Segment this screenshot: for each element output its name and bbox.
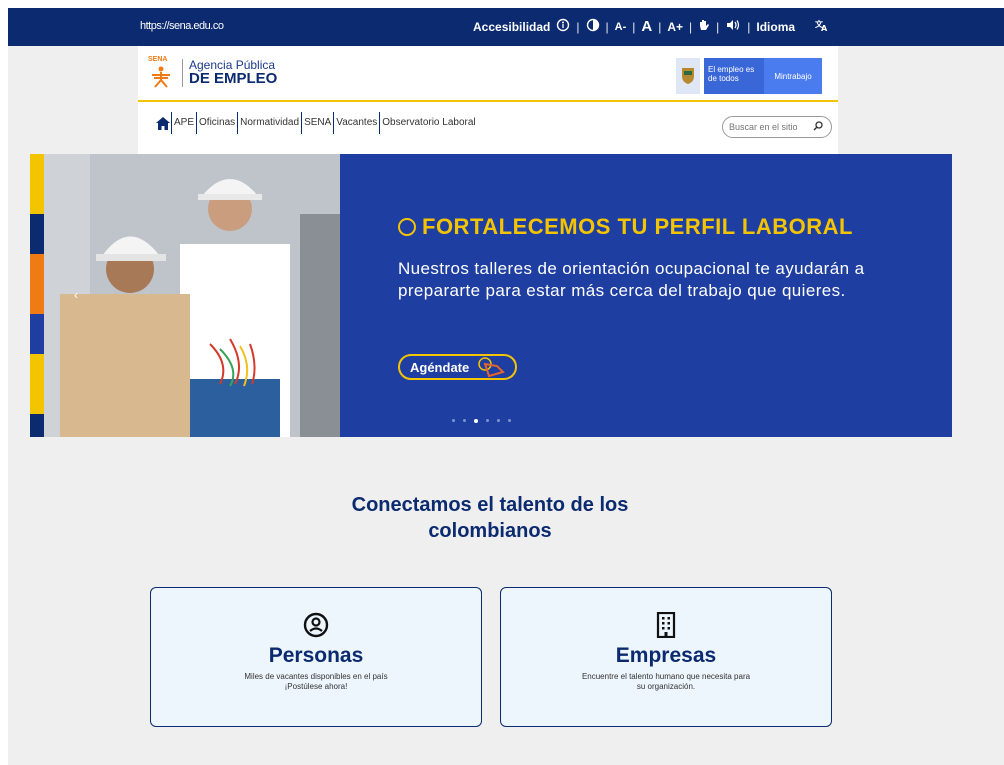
audio-icon[interactable]	[725, 18, 741, 35]
nav-item-ape[interactable]: APE	[172, 112, 198, 134]
header-divider	[138, 100, 838, 102]
toolbar-separator: |	[747, 19, 751, 34]
nav-item-oficinas[interactable]: Oficinas	[197, 112, 239, 134]
site-logo[interactable]: SENA Agencia Pública DE EMPLEO	[148, 56, 277, 90]
sign-language-icon[interactable]	[698, 18, 710, 35]
personas-card[interactable]: Personas Miles de vacantes disponibles e…	[150, 587, 482, 727]
main-nav: APE Oficinas Normatividad SENA Vacantes …	[154, 112, 478, 134]
increase-font-button[interactable]: A+	[667, 20, 683, 34]
user-circle-icon	[303, 612, 329, 638]
svg-text:A: A	[821, 24, 828, 32]
personas-title: Personas	[268, 644, 364, 667]
carousel-dot-active[interactable]	[474, 418, 478, 423]
empresas-card[interactable]: Empresas Encuentre el talento humano que…	[500, 587, 832, 727]
top-bar: https://sena.edu.co Accesibilidad | | A-…	[8, 8, 1004, 46]
toolbar-separator: |	[658, 19, 662, 34]
accessibility-label[interactable]: Accesibilidad	[473, 20, 550, 34]
hero-carousel: ‹ FORTALECEMOS TU PERFIL LABORAL Nuestro…	[30, 154, 952, 437]
sena-logo-icon: SENA	[148, 56, 174, 90]
contrast-icon[interactable]	[586, 18, 600, 35]
schedule-button[interactable]: Agéndate	[398, 354, 517, 380]
site-url-link[interactable]: https://sena.edu.co	[140, 20, 224, 32]
translate-icon[interactable]: 文A	[815, 18, 829, 35]
empresas-desc-line1: Encuentre el talento humano que necesita…	[581, 672, 751, 681]
nav-item-vacantes[interactable]: Vacantes	[334, 112, 381, 134]
personas-desc-line2: ¡Postúlese ahora!	[284, 682, 348, 692]
page: https://sena.edu.co Accesibilidad | | A-…	[0, 0, 1004, 765]
toolbar-separator: |	[689, 19, 693, 34]
toolbar-separator: |	[576, 19, 580, 34]
carousel-dot[interactable]	[463, 419, 466, 422]
search-icon[interactable]	[813, 120, 823, 134]
government-badge[interactable]: El empleo es de todos Mintrabajo	[676, 58, 822, 94]
section-title: Conectamos el talento de los colombianos	[351, 494, 629, 542]
empresas-desc-line2: su organización.	[636, 682, 696, 692]
home-icon[interactable]	[154, 112, 172, 134]
decrease-font-button[interactable]: A-	[615, 21, 627, 33]
empresas-desc: Encuentre el talento humano que necesita…	[501, 672, 831, 693]
toolbar-separator: |	[605, 19, 609, 34]
toolbar-separator: |	[716, 19, 720, 34]
schedule-button-label: Agéndate	[410, 360, 470, 375]
hero-description: Nuestros talleres de orientación ocupaci…	[398, 259, 865, 301]
carousel-dot[interactable]	[497, 419, 500, 422]
building-icon	[653, 612, 679, 638]
hero-title: FORTALECEMOS TU PERFIL LABORAL	[398, 214, 853, 240]
site-header: SENA Agencia Pública DE EMPLEO El empleo…	[138, 46, 838, 154]
colombia-shield-icon	[676, 58, 700, 94]
toolbar-separator: |	[632, 19, 636, 34]
pointer-hand-icon	[478, 357, 505, 378]
logo-line-2: DE EMPLEO	[189, 70, 278, 88]
empresas-title: Empresas	[615, 644, 717, 667]
hero-title-text: FORTALECEMOS TU PERFIL LABORAL	[422, 214, 853, 239]
carousel-dot[interactable]	[508, 419, 511, 422]
gov-slogan: El empleo es de todos	[704, 58, 764, 94]
carousel-dot[interactable]	[486, 419, 489, 422]
personas-desc: Miles de vacantes disponibles en el país…	[151, 672, 481, 693]
nav-item-observatorio[interactable]: Observatorio Laboral	[380, 112, 477, 134]
accessibility-icon[interactable]	[556, 18, 570, 35]
carousel-indicators	[452, 418, 511, 423]
carousel-prev-button[interactable]: ‹	[74, 288, 78, 302]
search-input[interactable]	[729, 122, 809, 132]
accessibility-toolbar: Accesibilidad | | A- | A | A+ | | | Idio…	[473, 18, 829, 35]
nav-item-normatividad[interactable]: Normatividad	[238, 112, 303, 134]
mintrabajo-label: Mintrabajo	[764, 58, 822, 94]
search-box	[722, 116, 832, 138]
nav-item-sena[interactable]: SENA	[302, 112, 335, 134]
logo-text: Agencia Pública DE EMPLEO	[182, 59, 278, 88]
normal-font-button[interactable]: A	[641, 18, 652, 35]
language-label[interactable]: Idioma	[756, 20, 795, 34]
sena-logo-text: SENA	[148, 56, 168, 63]
carousel-dot[interactable]	[452, 419, 455, 422]
profile-badge-icon	[398, 218, 416, 236]
personas-desc-line1: Miles de vacantes disponibles en el país	[244, 672, 388, 681]
